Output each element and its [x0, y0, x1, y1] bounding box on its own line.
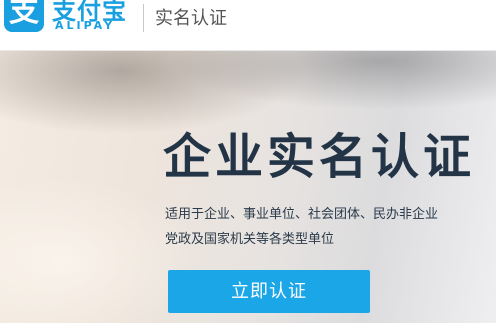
page: 支 支付宝 ALIPAY 实名认证 企业实名认证 适用于企业、事业单位、社会团体… — [0, 0, 496, 323]
hero-banner: 企业实名认证 适用于企业、事业单位、社会团体、民办非企业 党政及国家机关等各类型… — [0, 51, 496, 323]
verify-now-button[interactable]: 立即认证 — [168, 270, 370, 313]
header-divider — [143, 4, 144, 32]
logo-english-name: ALIPAY — [55, 19, 116, 32]
alipay-logo-icon: 支 — [4, 0, 44, 32]
banner-description-line1: 适用于企业、事业单位、社会团体、民办非企业 — [165, 207, 439, 222]
banner-title: 企业实名认证 — [163, 129, 476, 185]
banner-description-line2: 党政及国家机关等各类型单位 — [165, 232, 335, 247]
page-title: 实名认证 — [155, 8, 227, 29]
header: 支 支付宝 ALIPAY 实名认证 — [0, 0, 496, 51]
